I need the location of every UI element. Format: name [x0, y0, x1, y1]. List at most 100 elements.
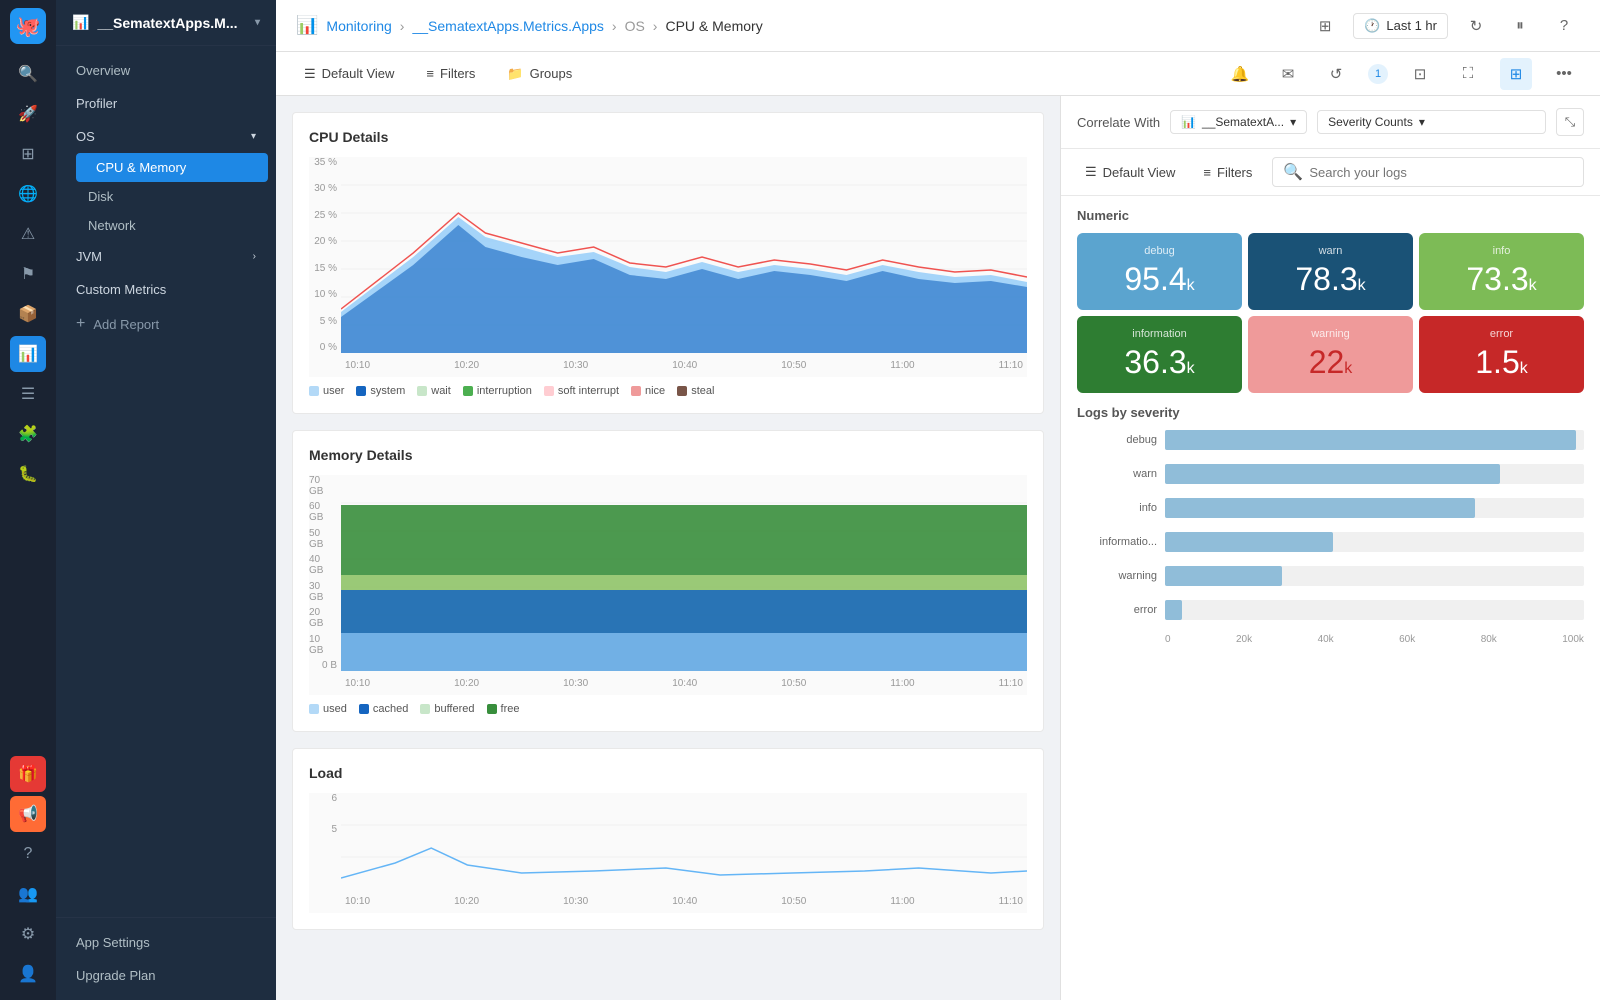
help-top-button[interactable]: ? [1548, 10, 1580, 42]
sev-information-value: 36.3k [1124, 344, 1194, 381]
list-icon-btn[interactable]: ☰ [10, 376, 46, 412]
severity-grid: debug 95.4k warn 78.3k info 73.3k inform… [1077, 233, 1584, 393]
users-icon-btn[interactable]: 👥 [10, 876, 46, 912]
rocket-icon-btn[interactable]: 🚀 [10, 96, 46, 132]
sidebar-item-network[interactable]: Network [68, 211, 276, 240]
bar-row-warn: warn [1077, 464, 1584, 484]
app-title[interactable]: 📊 __SematextApps.M... ▾ [56, 0, 276, 46]
expand-panel-button[interactable]: ⤡ [1556, 108, 1584, 136]
alert-icon-btn[interactable]: ⚠ [10, 216, 46, 252]
sev-card-warning[interactable]: warning 22k [1248, 316, 1413, 393]
breadcrumb-current: CPU & Memory [665, 18, 762, 34]
bug-icon-btn[interactable]: 🐛 [10, 456, 46, 492]
filters-label: Filters [440, 66, 475, 81]
filters-icon: ≡ [426, 66, 434, 81]
sidebar-item-overview[interactable]: Overview [56, 54, 276, 87]
search-icon-btn[interactable]: 🔍 [10, 56, 46, 92]
cpu-chart-area: 35 % 30 % 25 % 20 % 15 % 10 % 5 % 0 % [309, 157, 1027, 377]
sidebar-item-jvm[interactable]: JVM › [56, 240, 276, 273]
default-view-icon: ☰ [304, 66, 316, 82]
gift-icon-btn[interactable]: 🎁 [10, 756, 46, 792]
default-view-button[interactable]: ☰ Default View [296, 62, 402, 86]
mail-icon-btn[interactable]: ✉ [1272, 58, 1304, 90]
sidebar-item-app-settings[interactable]: App Settings [56, 926, 276, 959]
sidebar-item-profiler[interactable]: Profiler [56, 87, 276, 120]
flag-icon-btn[interactable]: ⚑ [10, 256, 46, 292]
app-logo[interactable]: 🐙 [10, 8, 46, 44]
logs-section: Logs by severity debug warn [1061, 405, 1600, 1000]
filters-button[interactable]: ≡ Filters [418, 62, 483, 85]
bar-track-warn [1165, 464, 1584, 484]
expand-icon-btn[interactable]: ⛶ [1452, 58, 1484, 90]
share-icon-btn[interactable]: ⊡ [1404, 58, 1436, 90]
chart-icon-btn[interactable]: 📊 [10, 336, 46, 372]
load-chart-plot [341, 793, 1027, 889]
sidebar-item-add-report[interactable]: + Add Report [56, 306, 276, 342]
right-default-view-button[interactable]: ☰ Default View [1077, 160, 1183, 184]
sidebar-item-disk[interactable]: Disk [68, 182, 276, 211]
content-area: CPU Details 35 % 30 % 25 % 20 % 15 % 10 … [276, 96, 1600, 1000]
load-chart-card: Load 6 5 10:10 10 [292, 748, 1044, 930]
search-box[interactable]: 🔍 [1272, 157, 1584, 187]
right-filters-button[interactable]: ≡ Filters [1195, 161, 1260, 184]
pause-button[interactable]: ⏸ [1504, 10, 1536, 42]
cpu-chart-card: CPU Details 35 % 30 % 25 % 20 % 15 % 10 … [292, 112, 1044, 414]
breadcrumb-app[interactable]: __SematextApps.Metrics.Apps [412, 18, 603, 34]
refresh-button[interactable]: ↻ [1460, 10, 1492, 42]
apps-grid-icon-btn[interactable]: ⊞ [1309, 10, 1341, 42]
sev-card-info[interactable]: info 73.3k [1419, 233, 1584, 310]
app-title-text: __SematextApps.M... [97, 15, 237, 31]
sidebar-item-cpu-memory[interactable]: CPU & Memory [76, 153, 268, 182]
bar-fill-error [1165, 600, 1182, 620]
megaphone-icon-btn[interactable]: 📢 [10, 796, 46, 832]
sidebar-item-upgrade-plan[interactable]: Upgrade Plan [56, 959, 276, 992]
memory-chart-area: 70 GB 60 GB 50 GB 40 GB 30 GB 20 GB 10 G… [309, 475, 1027, 695]
correlate-label: Correlate With [1077, 115, 1160, 130]
sev-warn-label: warn [1319, 245, 1343, 257]
network-label: Network [88, 218, 136, 233]
memory-chart-legend: used cached buffered free [309, 703, 1027, 715]
right-default-view-icon: ☰ [1085, 164, 1097, 180]
app-settings-label: App Settings [76, 935, 150, 950]
avatar-icon-btn[interactable]: 👤 [10, 956, 46, 992]
time-range-button[interactable]: 🕐 Last 1 hr [1353, 13, 1448, 39]
bell-icon-btn[interactable]: 🔔 [1224, 58, 1256, 90]
help-icon-btn[interactable]: ? [10, 836, 46, 872]
sev-card-error[interactable]: error 1.5k [1419, 316, 1584, 393]
more-icon-btn[interactable]: ••• [1548, 58, 1580, 90]
layout-icon-btn[interactable]: ⊞ [1500, 58, 1532, 90]
severity-select[interactable]: Severity Counts ▾ [1317, 110, 1546, 134]
sev-card-debug[interactable]: debug 95.4k [1077, 233, 1242, 310]
search-input[interactable] [1309, 165, 1573, 180]
box-icon-btn[interactable]: 📦 [10, 296, 46, 332]
default-view-label: Default View [322, 66, 395, 81]
app-title-chevron: ▾ [255, 17, 260, 28]
sev-card-warn[interactable]: warn 78.3k [1248, 233, 1413, 310]
undo-icon-btn[interactable]: ↺ [1320, 58, 1352, 90]
sev-debug-value: 95.4k [1124, 261, 1194, 298]
clock-icon: 🕐 [1364, 18, 1380, 34]
sev-info-label: info [1493, 245, 1511, 257]
groups-button[interactable]: 📁 Groups [499, 62, 580, 86]
profiler-label: Profiler [76, 96, 117, 111]
sidebar-item-custom-metrics[interactable]: Custom Metrics [56, 273, 276, 306]
sev-info-unit: k [1529, 277, 1537, 294]
sev-card-information[interactable]: information 36.3k [1077, 316, 1242, 393]
breadcrumb-monitoring[interactable]: Monitoring [326, 18, 391, 34]
puzzle-icon-btn[interactable]: 🧩 [10, 416, 46, 452]
bar-row-warning: warning [1077, 566, 1584, 586]
settings-icon-btn[interactable]: ⚙ [10, 916, 46, 952]
bar-row-information: informatio... [1077, 532, 1584, 552]
globe-icon-btn[interactable]: 🌐 [10, 176, 46, 212]
badge-icon-btn[interactable]: 1 [1368, 64, 1388, 84]
correlate-app-select[interactable]: 📊 __SematextA... ▾ [1170, 110, 1307, 134]
bar-track-info [1165, 498, 1584, 518]
bar-fill-debug [1165, 430, 1576, 450]
sev-information-label: information [1132, 328, 1186, 340]
grid-icon-btn[interactable]: ⊞ [10, 136, 46, 172]
sev-debug-unit: k [1187, 277, 1195, 294]
sidebar-item-os[interactable]: OS ▾ [56, 120, 276, 153]
severity-counts-label: Severity Counts [1328, 115, 1413, 129]
bar-track-warning [1165, 566, 1584, 586]
sev-warn-unit: k [1358, 277, 1366, 294]
